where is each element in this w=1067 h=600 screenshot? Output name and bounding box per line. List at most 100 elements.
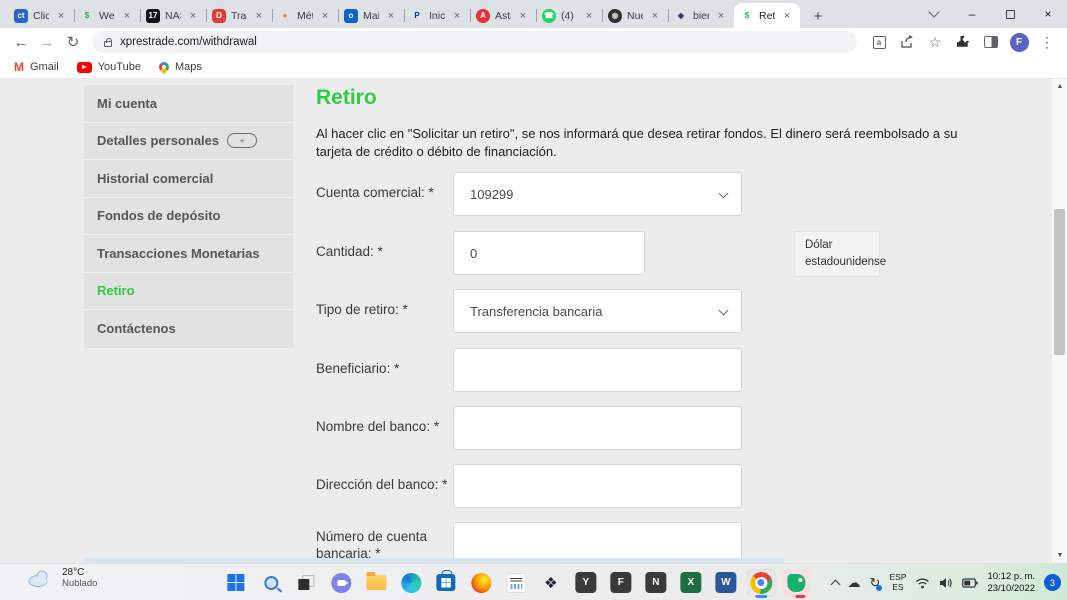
speaker-icon[interactable] <box>939 577 953 589</box>
maximize-button[interactable] <box>991 0 1029 28</box>
sidebar-item-label: Retiro <box>97 283 135 298</box>
tab-close-icon[interactable]: × <box>186 9 200 23</box>
clock[interactable]: 10:12 p. m. 23/10/2022 <box>987 571 1035 594</box>
profile-avatar[interactable]: F <box>1007 30 1031 54</box>
bookmark-gmail[interactable]: M Gmail <box>14 60 59 74</box>
browser-tab[interactable]: ☎ (4) W × <box>536 3 602 28</box>
trading-account-select[interactable]: 109299 <box>453 172 742 216</box>
tab-favicon-icon: 17 <box>146 9 160 23</box>
edge-button[interactable] <box>397 569 425 597</box>
browser-tab[interactable]: ◆ bien × <box>668 3 734 28</box>
reload-button[interactable]: ↻ <box>60 29 86 55</box>
tab-title: Méto <box>297 10 313 22</box>
notification-badge[interactable]: 3 <box>1044 574 1061 591</box>
bank-address-input[interactable] <box>453 464 742 508</box>
minimize-button[interactable]: – <box>953 0 991 28</box>
browser-tab[interactable]: P Inicie × <box>404 3 470 28</box>
close-button[interactable]: × <box>1029 0 1067 28</box>
tab-close-icon[interactable]: × <box>384 9 398 23</box>
tab-close-icon[interactable]: × <box>120 9 134 23</box>
back-button[interactable]: ← <box>8 29 34 55</box>
sidebar-item[interactable]: Historial comercial <box>84 160 293 198</box>
tab-close-icon[interactable]: × <box>318 9 332 23</box>
bookmark-star-icon[interactable]: ☆ <box>923 30 947 54</box>
sidebar-item[interactable]: Fondos de depósito <box>84 198 293 236</box>
chrome-button[interactable] <box>747 569 775 597</box>
dropbox-button[interactable]: ❖ <box>537 569 565 597</box>
tab-close-icon[interactable]: × <box>714 9 728 23</box>
browser-tab[interactable]: $ Web × <box>74 3 140 28</box>
browser-tab[interactable]: o Mail × <box>338 3 404 28</box>
language-indicator[interactable]: ESP ES <box>889 573 906 592</box>
evernote-button[interactable] <box>782 569 810 597</box>
new-tab-button[interactable]: + <box>806 4 830 28</box>
bookmark-youtube[interactable]: YouTube <box>77 61 141 73</box>
app-y-button[interactable]: Y <box>572 569 600 597</box>
ms-store-button[interactable] <box>432 569 460 597</box>
tab-close-icon[interactable]: × <box>780 9 794 23</box>
excel-button[interactable]: X <box>677 569 705 597</box>
withdraw-type-select[interactable]: Transferencia bancaria <box>453 289 742 333</box>
tab-close-icon[interactable]: × <box>450 9 464 23</box>
sidebar-item[interactable]: Retiro <box>84 273 293 311</box>
scroll-down-arrow[interactable]: ▼ <box>1052 548 1067 563</box>
battery-icon[interactable] <box>962 578 978 588</box>
hidden-icons-chevron[interactable] <box>832 578 839 588</box>
lock-icon[interactable] <box>104 41 112 47</box>
address-bar[interactable]: xprestrade.com/withdrawal <box>92 31 857 53</box>
browser-tab[interactable]: D Trad × <box>206 3 272 28</box>
browser-tab[interactable]: $ Retir × <box>734 3 800 28</box>
scrollbar-thumb[interactable] <box>1054 209 1065 355</box>
app-n-button[interactable]: N <box>642 569 670 597</box>
task-view-button[interactable] <box>292 569 320 597</box>
bookmark-maps[interactable]: Maps <box>159 61 202 73</box>
amount-input[interactable]: 0 <box>453 231 645 275</box>
sidebar-item[interactable]: Transacciones Monetarias <box>84 235 293 273</box>
start-button[interactable] <box>222 569 250 597</box>
tab-favicon-icon: $ <box>80 9 94 23</box>
sync-icon[interactable]: ↻ <box>870 575 881 591</box>
tab-close-icon[interactable]: × <box>582 9 596 23</box>
browser-tab[interactable]: ● Méto × <box>272 3 338 28</box>
tab-close-icon[interactable]: × <box>252 9 266 23</box>
browser-tab[interactable]: 17 NASD × <box>140 3 206 28</box>
amazon-button[interactable] <box>502 569 530 597</box>
sidebar-item[interactable]: Detalles personales + <box>84 123 293 161</box>
tab-close-icon[interactable]: × <box>648 9 662 23</box>
tab-search-chevron-icon[interactable] <box>915 0 953 28</box>
translate-icon[interactable]: a <box>867 30 891 54</box>
browser-tab[interactable]: ◉ Nue × <box>602 3 668 28</box>
browser-tab[interactable]: ct Click × <box>8 3 74 28</box>
wifi-icon[interactable] <box>915 577 930 589</box>
search-button[interactable] <box>257 569 285 597</box>
beneficiary-input[interactable] <box>453 348 742 392</box>
app-f-button[interactable]: F <box>607 569 635 597</box>
account-number-input[interactable] <box>453 522 742 563</box>
file-explorer-button[interactable] <box>362 569 390 597</box>
expand-pill-icon[interactable]: + <box>227 133 257 148</box>
tab-close-icon[interactable]: × <box>516 9 530 23</box>
sidebar-item[interactable]: Contáctenos <box>84 310 293 348</box>
bank-name-input[interactable] <box>453 406 742 450</box>
onedrive-cloud-icon[interactable]: ☁ <box>848 575 861 591</box>
side-panel-icon[interactable] <box>979 30 1003 54</box>
teams-chat-button[interactable] <box>327 569 355 597</box>
browser-tab[interactable]: A Astro × <box>470 3 536 28</box>
firefox-button[interactable] <box>467 569 495 597</box>
word-button[interactable]: W <box>712 569 740 597</box>
kebab-menu-icon[interactable]: ⋮ <box>1035 30 1059 54</box>
tray-time: 10:12 p. m. <box>987 571 1035 583</box>
vertical-scrollbar[interactable]: ▲ ▼ <box>1051 79 1067 563</box>
share-icon[interactable] <box>895 30 919 54</box>
forward-button[interactable]: → <box>34 29 60 55</box>
url-text[interactable]: xprestrade.com/withdrawal <box>120 36 257 48</box>
weather-widget[interactable]: 28°C Nublado <box>26 567 97 589</box>
scroll-up-arrow[interactable]: ▲ <box>1052 79 1067 94</box>
tab-close-icon[interactable]: × <box>54 9 68 23</box>
extensions-puzzle-icon[interactable] <box>951 30 975 54</box>
sidebar-item[interactable]: Mi cuenta <box>84 85 293 123</box>
sidebar-item-label: Historial comercial <box>97 171 213 186</box>
bookmarks-bar: M Gmail YouTube Maps <box>0 56 1067 79</box>
app-f-icon: F <box>610 572 631 593</box>
app-y-icon: Y <box>575 572 596 593</box>
